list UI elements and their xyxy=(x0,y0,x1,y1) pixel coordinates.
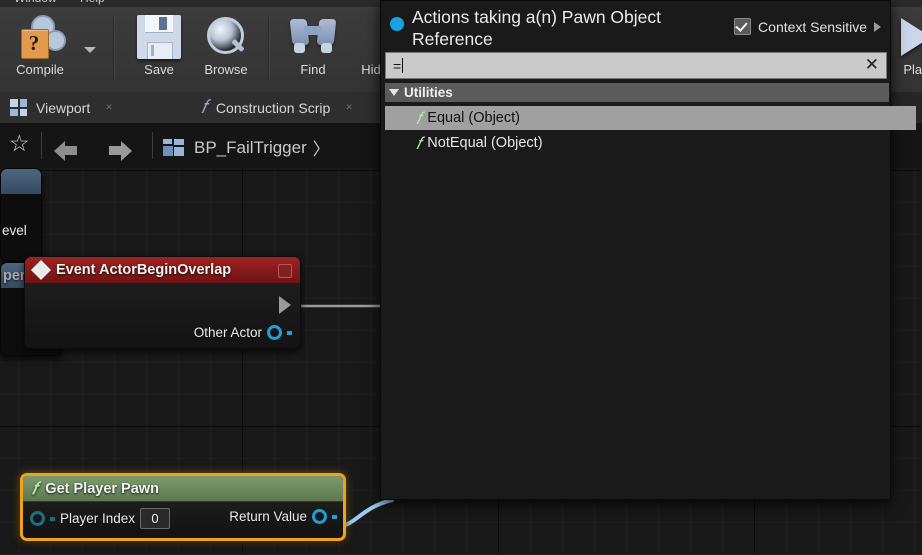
blueprint-icon xyxy=(163,138,185,157)
context-sensitive-label: Context Sensitive xyxy=(758,18,867,35)
arrow-right-icon xyxy=(106,134,132,161)
function-fx-icon: 𝑓 xyxy=(201,97,207,118)
object-pin-icon xyxy=(30,511,45,526)
function-fx-icon: 𝑓 xyxy=(32,479,38,498)
exec-pin-icon xyxy=(279,296,291,314)
action-item-equal-object[interactable]: 𝑓 Equal (Object) xyxy=(385,106,916,130)
node-delegate-button[interactable] xyxy=(278,264,292,278)
pin-other-actor[interactable]: Other Actor xyxy=(194,325,292,340)
browse-button[interactable]: Browse xyxy=(192,7,260,92)
context-sensitive-toggle[interactable]: Context Sensitive xyxy=(734,18,881,35)
save-button[interactable]: Save xyxy=(128,7,190,92)
magnifier-icon xyxy=(203,11,249,63)
browse-label: Browse xyxy=(204,62,248,77)
pawn-object-dot-icon xyxy=(390,17,404,31)
pin-other-actor-label: Other Actor xyxy=(193,325,262,340)
action-item-notequal-object[interactable]: 𝑓 NotEqual (Object) xyxy=(385,131,916,155)
compile-dropdown-caret[interactable] xyxy=(84,47,96,53)
node-get-player-pawn[interactable]: 𝑓 Get Player Pawn Player Index 0 Return … xyxy=(20,473,346,541)
chevron-down-icon xyxy=(389,89,399,96)
find-label: Find xyxy=(300,62,326,77)
pin-player-index[interactable]: Player Index 0 xyxy=(30,508,171,529)
unreal-blueprint-editor: Window Help ? Compile Save xyxy=(0,0,922,555)
blueprint-action-menu[interactable]: Actions taking a(n) Pawn Object Referenc… xyxy=(380,0,916,500)
menu-item-window[interactable]: Window xyxy=(14,0,57,5)
context-sensitive-checkbox[interactable] xyxy=(734,18,752,35)
player-index-input[interactable]: 0 xyxy=(140,508,171,529)
action-search-input[interactable]: = ✕ xyxy=(385,52,887,79)
menu-item-help[interactable]: Help xyxy=(80,0,105,5)
node-partial-behind-popup[interactable] xyxy=(0,168,42,262)
hide-unrelated-label: Hid xyxy=(361,62,381,77)
action-category-utilities[interactable]: Utilities xyxy=(385,83,889,102)
node-header: 𝑓 Get Player Pawn xyxy=(23,476,343,502)
tab-viewport[interactable]: Viewport ✕ xyxy=(0,92,201,123)
viewport-grid-icon xyxy=(10,99,27,116)
tab-construction-script-close-icon[interactable]: ✕ xyxy=(345,102,353,113)
floppy-disk-icon xyxy=(137,11,181,63)
forward-button[interactable] xyxy=(106,134,132,161)
breadcrumb-label: BP_FailTrigger xyxy=(194,137,307,157)
action-item-label: Equal (Object) xyxy=(427,110,520,126)
compile-label: Compile xyxy=(16,62,64,77)
pin-player-index-label: Player Index xyxy=(60,511,136,526)
node-title: Event ActorBeginOverlap xyxy=(56,262,232,278)
function-fx-icon: 𝑓 xyxy=(416,133,422,153)
find-button[interactable]: Find xyxy=(282,7,344,92)
node-header: Event ActorBeginOverlap xyxy=(25,257,300,284)
chevron-right-icon: 〉 xyxy=(312,140,330,159)
event-diamond-icon xyxy=(31,260,51,280)
play-label: Play xyxy=(903,62,922,77)
function-fx-icon: 𝑓 xyxy=(416,108,422,128)
tab-construction-script[interactable]: 𝑓 Construction Scrip ✕ xyxy=(191,92,398,123)
compile-button[interactable]: ? Compile xyxy=(4,7,76,92)
action-category-label: Utilities xyxy=(404,85,453,100)
node-title: Get Player Pawn xyxy=(45,480,159,497)
arrow-left-icon xyxy=(54,134,80,161)
tab-viewport-label: Viewport xyxy=(36,99,91,116)
favorite-star-icon[interactable]: ☆ xyxy=(9,132,30,155)
back-button[interactable] xyxy=(54,134,80,161)
play-triangle-icon xyxy=(901,11,922,63)
breadcrumb-blueprint[interactable]: BP_FailTrigger 〉 xyxy=(163,135,330,160)
object-pin-icon xyxy=(312,509,327,524)
node-body: Other Actor xyxy=(25,284,300,348)
pin-exec-out[interactable] xyxy=(279,296,291,314)
action-search-value: = xyxy=(393,57,402,74)
clear-x-icon[interactable]: ✕ xyxy=(865,56,879,74)
object-pin-icon xyxy=(267,325,282,340)
binoculars-icon xyxy=(289,11,337,63)
tab-construction-script-label: Construction Scrip xyxy=(215,99,331,116)
action-menu-title: Actions taking a(n) Pawn Object Referenc… xyxy=(412,7,662,49)
chevron-right-icon[interactable] xyxy=(874,21,881,32)
node-event-actor-begin-overlap[interactable]: Event ActorBeginOverlap Other Actor xyxy=(24,256,301,349)
save-label: Save xyxy=(144,62,174,77)
action-menu-header: Actions taking a(n) Pawn Object Referenc… xyxy=(381,1,890,51)
pin-return-value[interactable]: Return Value xyxy=(229,509,337,524)
compile-question-gears-icon: ? xyxy=(13,11,67,63)
pin-return-value-label: Return Value xyxy=(229,509,307,524)
action-item-label: NotEqual (Object) xyxy=(427,135,543,151)
tab-viewport-close-icon[interactable]: ✕ xyxy=(105,102,113,113)
node-body: Player Index 0 Return Value xyxy=(23,502,343,533)
